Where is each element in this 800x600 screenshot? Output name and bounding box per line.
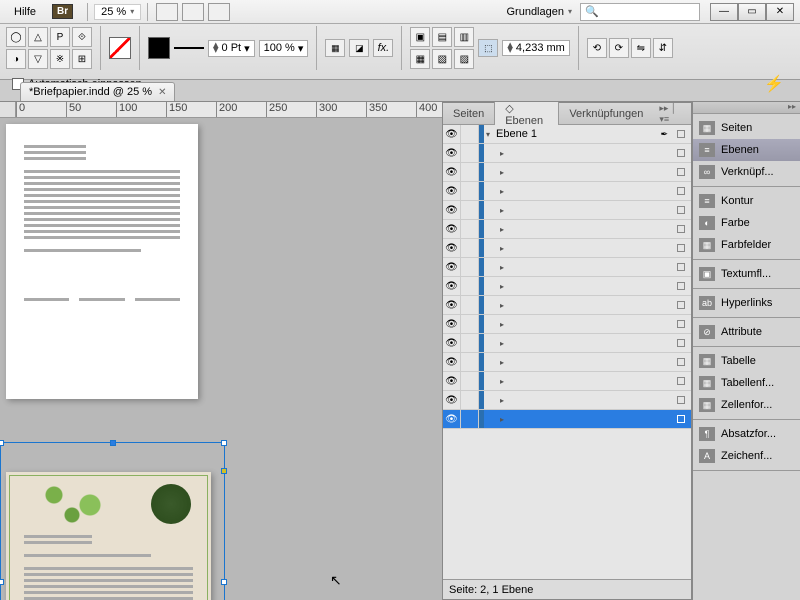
layer-row[interactable]: 👁▸ xyxy=(443,258,691,277)
layer-row[interactable]: 👁▸ xyxy=(443,315,691,334)
transform-grid[interactable]: ⟲⟳⇋⇵ xyxy=(587,38,673,58)
search-field[interactable]: 🔍 xyxy=(580,3,700,21)
workspace-switcher[interactable]: Grundlagen▾ xyxy=(498,4,580,20)
control-bar: ◯△P⟐ ◑▽※⊞ ▴▾0 Pt▾ 100 %▾ ▦ ◪ fx. ▣▤▥ ▦▧▨… xyxy=(0,24,800,80)
dock-item-zeichenf[interactable]: AZeichenf... xyxy=(693,445,800,467)
ruler-origin[interactable] xyxy=(0,102,16,118)
document-page-2[interactable] xyxy=(6,472,211,600)
minimize-button[interactable]: — xyxy=(710,3,738,21)
layer-row[interactable]: 👁▸ xyxy=(443,410,691,429)
maximize-button[interactable]: ▭ xyxy=(738,3,766,21)
frame-fit-grid[interactable]: ▣▤▥ ▦▧▨ xyxy=(410,27,474,69)
view-options-button[interactable] xyxy=(156,3,178,21)
panel-collapse-icon[interactable]: ▸▸ │ ▾≡ xyxy=(653,103,691,125)
effects-button[interactable]: ▦ xyxy=(325,39,345,57)
layer-row[interactable]: 👁▸ xyxy=(443,239,691,258)
document-tab-bar: *Briefpapier.indd @ 25 %✕ xyxy=(0,80,800,102)
document-tab[interactable]: *Briefpapier.indd @ 25 %✕ xyxy=(20,82,175,101)
dock-item-farbfelder[interactable]: ▦Farbfelder xyxy=(693,234,800,256)
layer-row[interactable]: 👁▸ xyxy=(443,296,691,315)
frame-edge-button[interactable]: ⬚ xyxy=(478,39,498,57)
right-panel-dock: ▸▸ ▦Seiten≡Ebenen∞Verknüpf... ≡Kontur◐Far… xyxy=(692,102,800,600)
quick-apply-button[interactable]: ⚡ xyxy=(754,74,794,94)
help-menu[interactable]: Hilfe xyxy=(6,4,44,20)
close-button[interactable]: ✕ xyxy=(766,3,794,21)
align-tool-grid[interactable]: ◯△P⟐ ◑▽※⊞ xyxy=(6,27,92,69)
dock-item-absatzfor[interactable]: ¶Absatzfor... xyxy=(693,423,800,445)
frame-size-input[interactable]: ▴▾4,233 mm xyxy=(502,40,569,56)
dock-item-ebenen[interactable]: ≡Ebenen xyxy=(693,139,800,161)
close-tab-icon[interactable]: ✕ xyxy=(158,87,166,98)
dock-item-hyperlinks[interactable]: abHyperlinks xyxy=(693,292,800,314)
layer-row[interactable]: 👁▸ xyxy=(443,144,691,163)
fill-swatch[interactable] xyxy=(109,37,131,59)
layer-row[interactable]: 👁▸ xyxy=(443,201,691,220)
document-page-1[interactable] xyxy=(6,124,198,399)
layer-row[interactable]: 👁▸ xyxy=(443,391,691,410)
stroke-weight-input[interactable]: ▴▾0 Pt▾ xyxy=(208,40,255,57)
cursor-icon: ↖ xyxy=(330,572,342,589)
layer-row[interactable]: 👁▸ xyxy=(443,277,691,296)
zoom-select[interactable]: 25 %▾ xyxy=(94,4,141,20)
layer-row-parent[interactable]: 👁▾Ebene 1✒ xyxy=(443,125,691,144)
layer-row[interactable]: 👁▸ xyxy=(443,372,691,391)
fx-button[interactable]: fx. xyxy=(373,39,393,57)
panel-tab-verknuepfungen[interactable]: Verknüpfungen xyxy=(559,105,653,123)
dock-item-kontur[interactable]: ≡Kontur xyxy=(693,190,800,212)
dock-collapse-icon[interactable]: ▸▸ xyxy=(693,102,800,114)
dock-item-attribute[interactable]: ⊘Attribute xyxy=(693,321,800,343)
panel-tab-strip: Seiten ◇ Ebenen Verknüpfungen ▸▸ │ ▾≡ xyxy=(443,103,691,125)
panel-tab-seiten[interactable]: Seiten xyxy=(443,105,494,123)
dock-item-seiten[interactable]: ▦Seiten xyxy=(693,117,800,139)
menu-bar: Hilfe Br 25 %▾ Grundlagen▾ 🔍 — ▭ ✕ xyxy=(0,0,800,24)
layer-list[interactable]: 👁▾Ebene 1✒👁▸👁▸👁▸👁▸👁▸👁▸👁▸👁▸👁▸👁▸👁▸👁▸👁▸👁▸👁▸ xyxy=(443,125,691,579)
dock-item-tabelle[interactable]: ▦Tabelle xyxy=(693,350,800,372)
layer-row[interactable]: 👁▸ xyxy=(443,334,691,353)
dock-item-zellenfor[interactable]: ▦Zellenfor... xyxy=(693,394,800,416)
dock-item-textumfl[interactable]: ▣Textumfl... xyxy=(693,263,800,285)
opacity-input[interactable]: 100 %▾ xyxy=(259,40,309,57)
screen-mode-button[interactable] xyxy=(182,3,204,21)
bridge-button[interactable]: Br xyxy=(52,4,73,19)
dock-item-farbe[interactable]: ◐Farbe xyxy=(693,212,800,234)
stroke-swatch[interactable] xyxy=(148,37,170,59)
dock-item-verknpf[interactable]: ∞Verknüpf... xyxy=(693,161,800,183)
dock-item-tabellenf[interactable]: ▦Tabellenf... xyxy=(693,372,800,394)
layers-panel: Seiten ◇ Ebenen Verknüpfungen ▸▸ │ ▾≡ 👁▾… xyxy=(442,102,692,600)
layer-row[interactable]: 👁▸ xyxy=(443,353,691,372)
layer-row[interactable]: 👁▸ xyxy=(443,182,691,201)
canvas[interactable]: 050100150200250300350400 xyxy=(0,102,692,600)
layers-status-bar: Seite: 2, 1 Ebene xyxy=(443,579,691,599)
layer-row[interactable]: 👁▸ xyxy=(443,220,691,239)
drop-shadow-button[interactable]: ◪ xyxy=(349,39,369,57)
layer-row[interactable]: 👁▸ xyxy=(443,163,691,182)
arrange-docs-button[interactable] xyxy=(208,3,230,21)
